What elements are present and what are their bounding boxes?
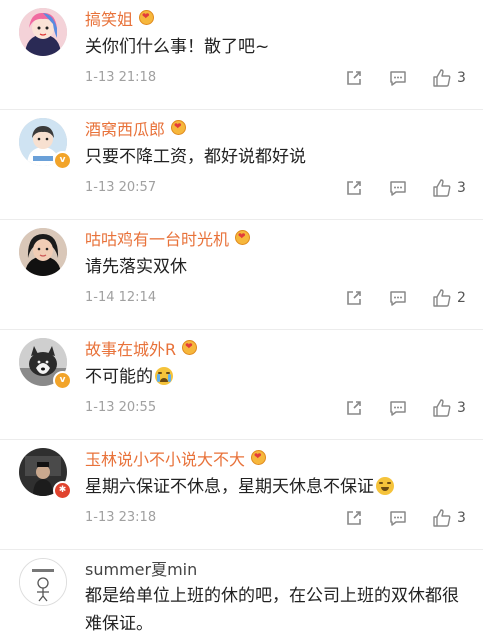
verified-badge-icon: v bbox=[53, 371, 72, 390]
comment-text: 关你们什么事！散了吧~ bbox=[85, 37, 270, 57]
share-button[interactable] bbox=[344, 68, 364, 88]
reply-button[interactable] bbox=[388, 288, 408, 308]
share-button[interactable] bbox=[344, 288, 364, 308]
thumbs-up-icon bbox=[433, 179, 451, 197]
comment-text: 星期六保证不休息，星期天休息不保证 bbox=[85, 476, 394, 498]
like-button[interactable]: 3 bbox=[432, 178, 466, 198]
commenter-name[interactable]: summer夏min bbox=[85, 556, 197, 580]
commenter-name[interactable]: 故事在城外R ❤ bbox=[85, 336, 199, 360]
verified-badge-icon: v bbox=[53, 151, 72, 170]
comment-item: 搞笑姐 ❤ 关你们什么事！散了吧~ 1-13 21:18 3 bbox=[0, 0, 483, 110]
comment-icon bbox=[390, 511, 406, 526]
heart-medal-icon: ❤ bbox=[233, 230, 252, 246]
like-button[interactable]: 2 bbox=[432, 288, 466, 308]
comment-time: 1-13 21:18 bbox=[85, 70, 157, 85]
share-icon bbox=[347, 511, 361, 525]
thumbs-up-icon bbox=[433, 69, 451, 87]
comment-text: 请先落实双休 bbox=[85, 257, 187, 277]
comment-icon bbox=[390, 291, 406, 306]
comment-list: 搞笑姐 ❤ 关你们什么事！散了吧~ 1-13 21:18 3 v 酒窝西瓜郎 ❤… bbox=[0, 0, 483, 642]
thumbs-up-icon bbox=[433, 289, 451, 307]
comment-icon bbox=[390, 71, 406, 86]
like-count: 3 bbox=[457, 400, 466, 416]
crying-face-icon bbox=[155, 367, 173, 385]
like-count: 3 bbox=[457, 70, 466, 86]
comment-time: 1-13 20:55 bbox=[85, 400, 157, 415]
avatar[interactable] bbox=[19, 558, 67, 606]
share-icon bbox=[347, 181, 361, 195]
comment-icon bbox=[390, 401, 406, 416]
comment-text: 只要不降工资，都好说都好说 bbox=[85, 147, 306, 167]
comment-item: v 故事在城外R ❤ 不可能的 1-13 20:55 3 bbox=[0, 330, 483, 440]
comment-time: 1-13 20:57 bbox=[85, 180, 157, 195]
comment-time: 1-13 23:18 bbox=[85, 510, 157, 525]
reply-button[interactable] bbox=[388, 508, 408, 528]
reply-button[interactable] bbox=[388, 68, 408, 88]
like-button[interactable]: 3 bbox=[432, 68, 466, 88]
reply-button[interactable] bbox=[388, 178, 408, 198]
comment-text: 都是给单位上班的休的吧，在公司上班的双休都很难保证。 bbox=[85, 586, 459, 634]
like-count: 3 bbox=[457, 180, 466, 196]
thumbs-up-icon bbox=[433, 399, 451, 417]
comment-item: summer夏min 都是给单位上班的休的吧，在公司上班的双休都很难保证。 bbox=[0, 550, 483, 642]
share-button[interactable] bbox=[344, 178, 364, 198]
like-count: 3 bbox=[457, 510, 466, 526]
commenter-name[interactable]: 咕咕鸡有一台时光机 ❤ bbox=[85, 226, 252, 250]
avatar[interactable] bbox=[19, 8, 67, 56]
like-button[interactable]: 3 bbox=[432, 398, 466, 418]
like-button[interactable]: 3 bbox=[432, 508, 466, 528]
share-icon bbox=[347, 71, 361, 85]
share-icon bbox=[347, 401, 361, 415]
reply-button[interactable] bbox=[388, 398, 408, 418]
commenter-name[interactable]: 搞笑姐 ❤ bbox=[85, 6, 156, 30]
share-button[interactable] bbox=[344, 398, 364, 418]
heart-medal-icon: ❤ bbox=[180, 340, 199, 356]
share-button[interactable] bbox=[344, 508, 364, 528]
like-count: 2 bbox=[457, 290, 466, 306]
red-badge-icon: ✱ bbox=[53, 481, 72, 500]
heart-medal-icon: ❤ bbox=[249, 450, 268, 466]
comment-item: 咕咕鸡有一台时光机 ❤ 请先落实双休 1-14 12:14 2 bbox=[0, 220, 483, 330]
laughing-face-icon bbox=[376, 477, 394, 495]
share-icon bbox=[347, 291, 361, 305]
heart-medal-icon: ❤ bbox=[169, 120, 188, 136]
commenter-name[interactable]: 酒窝西瓜郎 ❤ bbox=[85, 116, 188, 140]
comment-icon bbox=[390, 181, 406, 196]
commenter-name[interactable]: 玉林说小不小说大不大 ❤ bbox=[85, 446, 268, 470]
comment-item: ✱ 玉林说小不小说大不大 ❤ 星期六保证不休息，星期天休息不保证 1-13 23… bbox=[0, 440, 483, 550]
comment-item: v 酒窝西瓜郎 ❤ 只要不降工资，都好说都好说 1-13 20:57 3 bbox=[0, 110, 483, 220]
avatar[interactable] bbox=[19, 228, 67, 276]
comment-text: 不可能的 bbox=[85, 366, 173, 388]
thumbs-up-icon bbox=[433, 509, 451, 527]
comment-time: 1-14 12:14 bbox=[85, 290, 157, 305]
heart-medal-icon: ❤ bbox=[137, 10, 156, 26]
